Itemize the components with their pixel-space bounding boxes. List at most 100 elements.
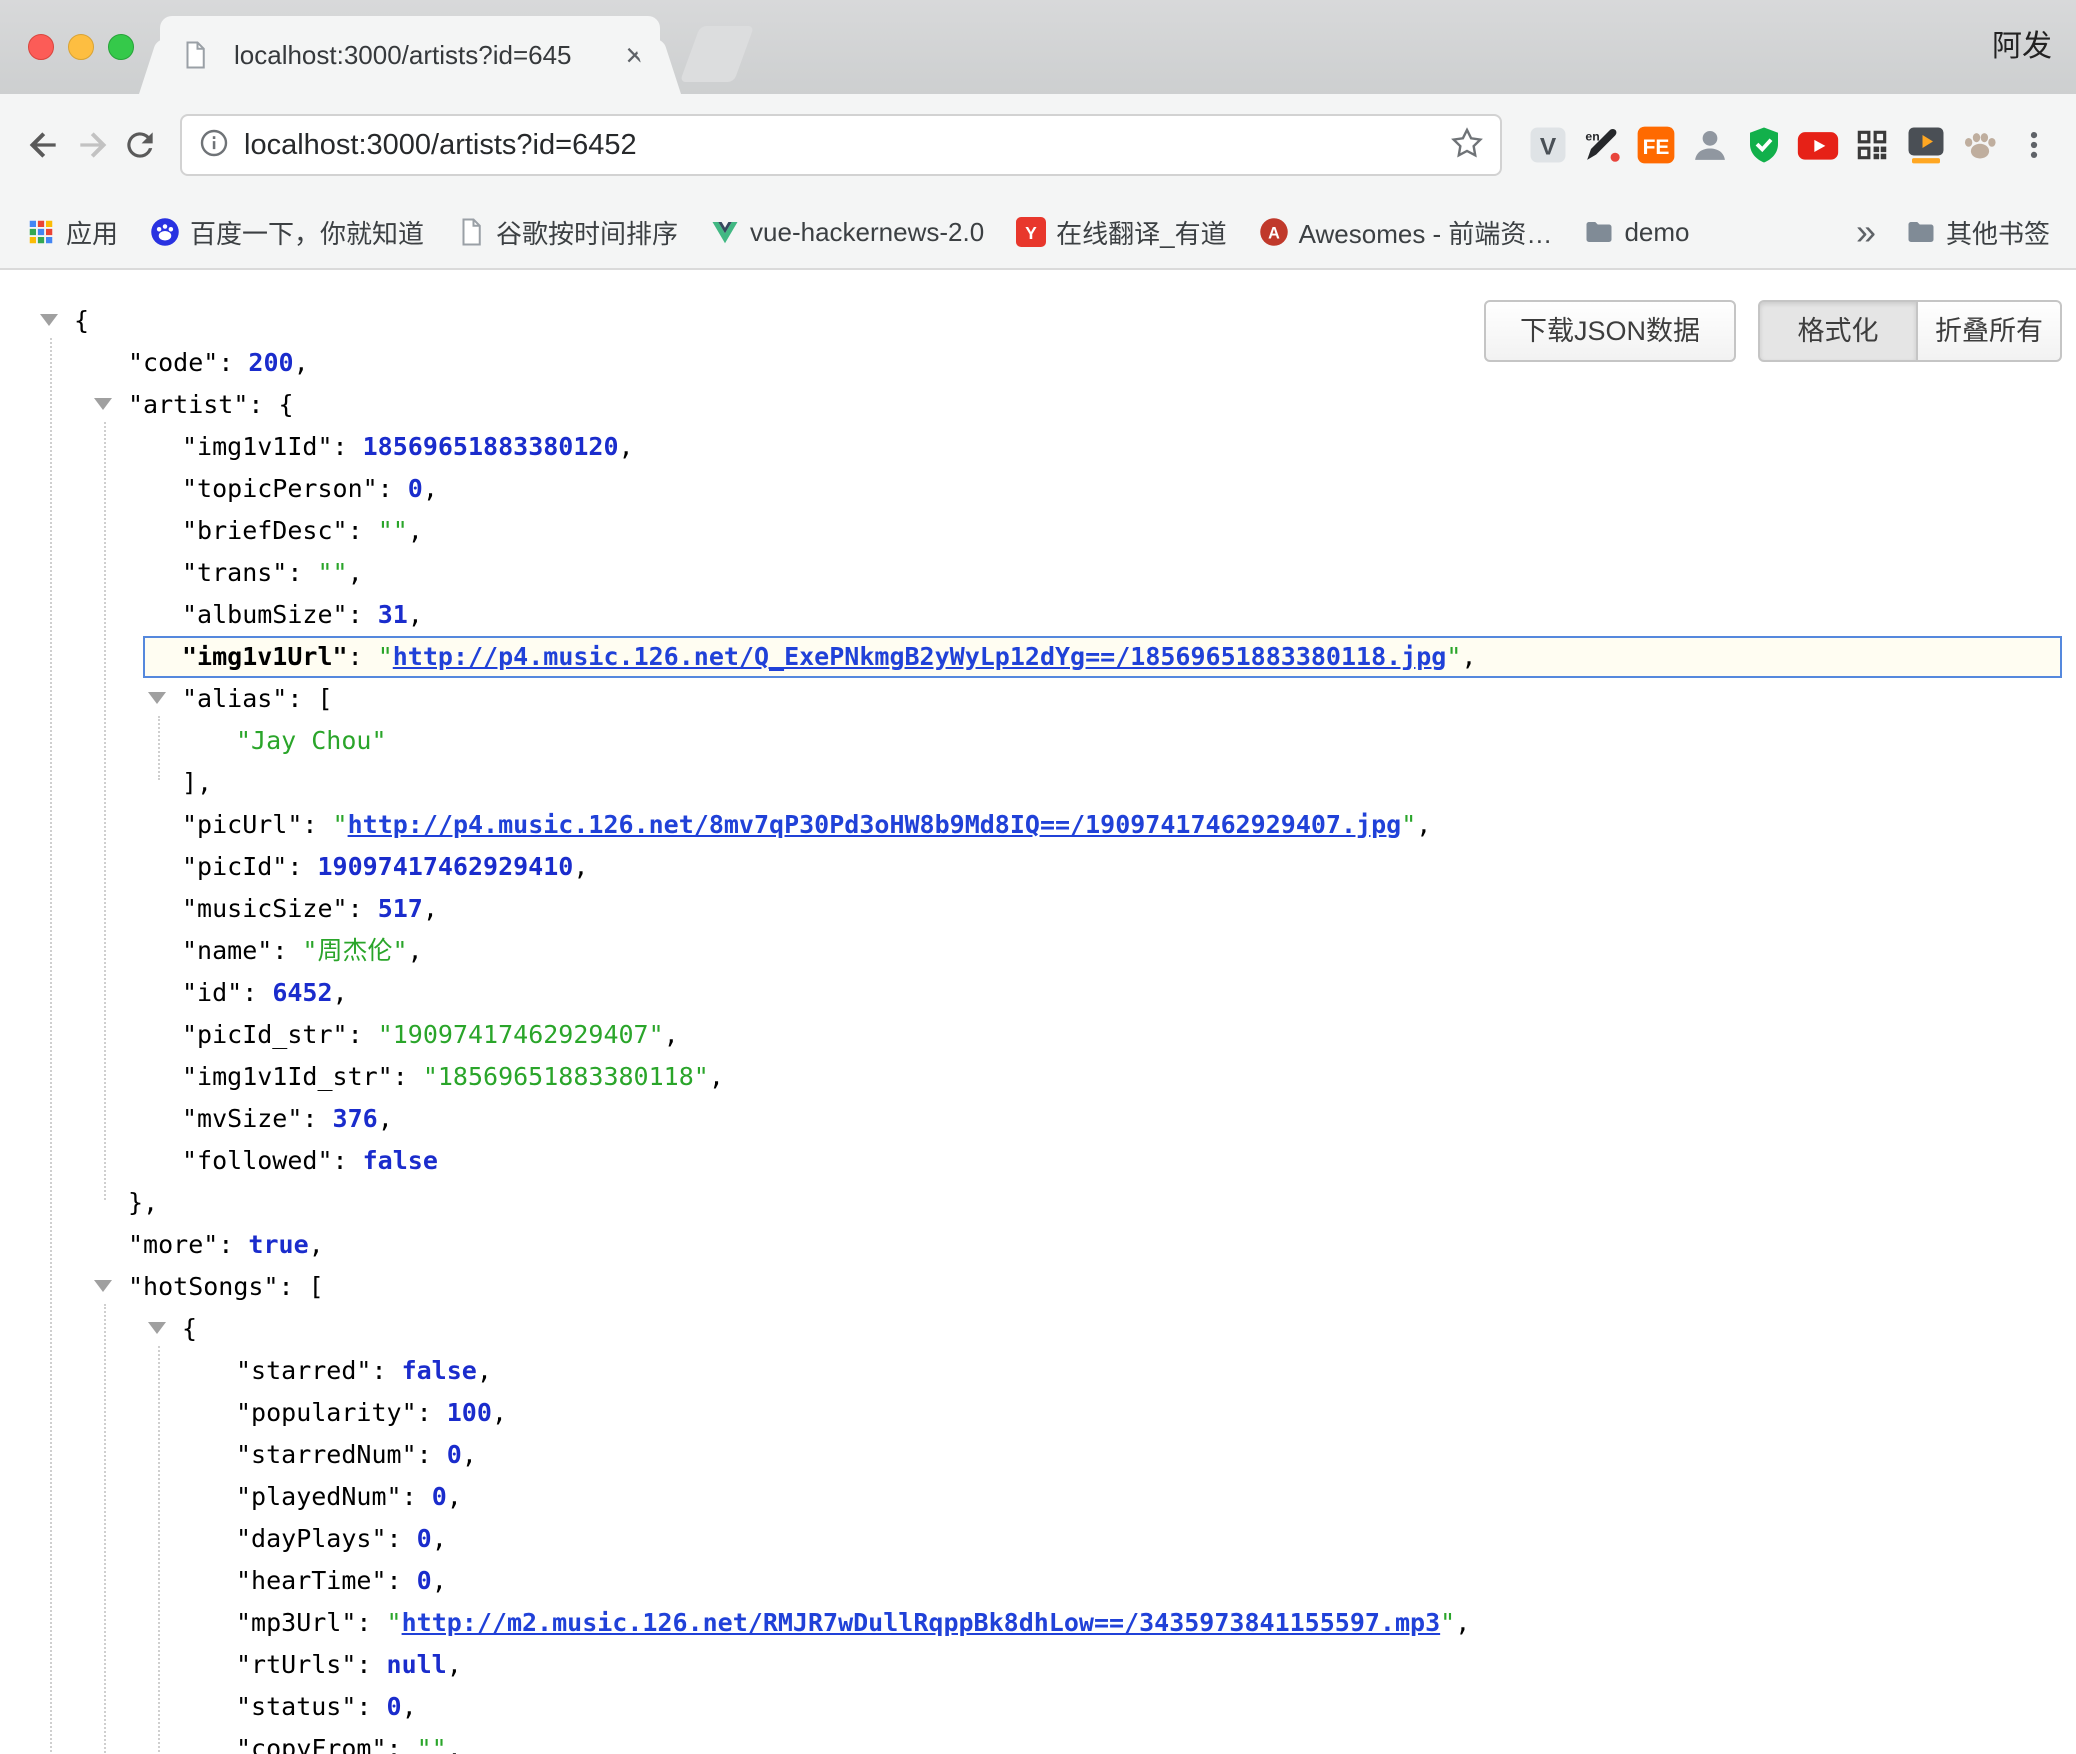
json-token: , [664, 1020, 679, 1049]
back-button[interactable] [20, 121, 68, 169]
green-shield-icon[interactable] [1740, 121, 1788, 169]
json-key: "hotSongs" [128, 1272, 279, 1301]
qr-code-icon[interactable] [1848, 121, 1896, 169]
bookmark-item[interactable]: 百度一下，你就知道 [150, 214, 424, 251]
json-token: : [272, 936, 302, 965]
json-line: "hotSongs": [ [0, 1266, 2076, 1308]
collapse-arrow-icon[interactable] [148, 1322, 166, 1334]
json-line: "popularity": 100, [0, 1392, 2076, 1434]
reload-button[interactable] [116, 121, 164, 169]
tab-strip: localhost:3000/artists?id=645 × 阿发 [0, 0, 2076, 94]
json-token: " [1401, 810, 1416, 839]
json-token: , [492, 1398, 507, 1427]
json-token: 0 [408, 474, 423, 503]
json-key: "code" [128, 348, 218, 377]
youdao-icon: Y [1016, 217, 1046, 247]
bookmark-label: 在线翻译_有道 [1056, 214, 1226, 251]
json-token: , [619, 432, 634, 461]
vimium-v-icon[interactable]: V [1524, 121, 1572, 169]
json-line: "albumSize": 31, [0, 594, 2076, 636]
json-token: : [417, 1398, 447, 1427]
profile-name[interactable]: 阿发 [1992, 0, 2052, 94]
json-token: : [356, 1608, 386, 1637]
download-json-button[interactable]: 下载JSON数据 [1484, 300, 1736, 362]
bookmark-label: vue-hackernews-2.0 [750, 217, 984, 248]
translate-pen-icon[interactable]: en [1578, 121, 1626, 169]
json-token: { [182, 1314, 197, 1343]
json-key: "hearTime" [236, 1566, 387, 1595]
youtube-icon[interactable] [1794, 121, 1842, 169]
player-icon[interactable] [1902, 121, 1950, 169]
url-box[interactable]: localhost:3000/artists?id=6452 [180, 114, 1502, 176]
tab-close-icon[interactable]: × [625, 39, 644, 71]
bookmark-label: 百度一下，你就知道 [190, 214, 424, 251]
collapse-arrow-icon[interactable] [94, 398, 112, 410]
json-line: "artist": { [0, 384, 2076, 426]
json-token: 517 [378, 894, 423, 923]
json-token: : [302, 810, 332, 839]
zoom-window-icon[interactable] [108, 34, 134, 60]
json-line: "musicSize": 517, [0, 888, 2076, 930]
site-info-icon[interactable] [198, 127, 230, 164]
collapse-arrow-icon[interactable] [94, 1280, 112, 1292]
json-token: " [1446, 642, 1461, 671]
person-icon[interactable] [1686, 121, 1734, 169]
json-token: "" [417, 1734, 447, 1754]
format-button[interactable]: 格式化 [1758, 300, 1918, 362]
bookmarks-overflow-icon[interactable]: » [1856, 211, 1876, 253]
json-url-link[interactable]: http://p4.music.126.net/8mv7qP30Pd3oHW8b… [348, 810, 1402, 839]
json-line: "img1v1Id_str": "18569651883380118", [0, 1056, 2076, 1098]
bookmark-item[interactable]: 应用 [26, 214, 118, 251]
address-bar: localhost:3000/artists?id=6452 Ven FE [0, 94, 2076, 196]
baidu-icon [150, 217, 180, 247]
browser-menu-icon[interactable] [2012, 121, 2056, 169]
forward-button[interactable] [68, 121, 116, 169]
json-token: : { [248, 390, 293, 419]
other-bookmarks-button[interactable]: 其他书签 [1906, 214, 2050, 251]
json-token: , [378, 1104, 393, 1133]
viewer-controls: 下载JSON数据 格式化 折叠所有 [1484, 300, 2062, 362]
json-token: , [408, 936, 423, 965]
json-token: : [387, 1524, 417, 1553]
new-tab-button[interactable] [680, 26, 754, 82]
page-icon [456, 217, 486, 247]
minimize-window-icon[interactable] [68, 34, 94, 60]
bookmark-item[interactable]: vue-hackernews-2.0 [710, 217, 984, 248]
json-token: , [462, 1440, 477, 1469]
json-key: "starred" [236, 1356, 371, 1385]
fe-icon[interactable]: FE [1632, 121, 1680, 169]
close-window-icon[interactable] [28, 34, 54, 60]
json-line: }, [0, 1182, 2076, 1224]
json-token: , [432, 1524, 447, 1553]
json-token: : [371, 1356, 401, 1385]
json-key: "artist" [128, 390, 248, 419]
collapse-arrow-icon[interactable] [148, 692, 166, 704]
bookmark-item[interactable]: Y 在线翻译_有道 [1016, 214, 1226, 251]
json-url-link[interactable]: http://p4.music.126.net/Q_ExePNkmgB2yWyL… [393, 642, 1447, 671]
json-token: 0 [417, 1566, 432, 1595]
json-token: " [378, 642, 393, 671]
json-token: , [447, 1482, 462, 1511]
browser-tab[interactable]: localhost:3000/artists?id=645 × [160, 16, 660, 94]
json-token: , [477, 1356, 492, 1385]
json-line: "copyFrom": "", [0, 1728, 2076, 1754]
extensions-row: Ven FE [1518, 121, 2004, 169]
json-token: , [348, 558, 363, 587]
collapse-all-button[interactable]: 折叠所有 [1918, 300, 2062, 362]
bookmark-item[interactable]: AAwesomes - 前端资… [1259, 214, 1553, 251]
json-token: , [294, 348, 309, 377]
json-url-link[interactable]: http://m2.music.126.net/RMJR7wDullRqppBk… [402, 1608, 1441, 1637]
collapse-arrow-icon[interactable] [40, 314, 58, 326]
json-token: : [348, 1020, 378, 1049]
paw-icon[interactable] [1956, 121, 2004, 169]
bookmark-item[interactable]: demo [1584, 217, 1689, 248]
svg-text:FE: FE [1643, 136, 1670, 159]
json-token: "19097417462929407" [378, 1020, 664, 1049]
bookmark-item[interactable]: 谷歌按时间排序 [456, 214, 678, 251]
json-line: "starredNum": 0, [0, 1434, 2076, 1476]
json-token: "18569651883380118" [423, 1062, 709, 1091]
json-key: "mp3Url" [236, 1608, 356, 1637]
json-key: "mvSize" [182, 1104, 302, 1133]
bookmark-star-icon[interactable] [1450, 126, 1484, 165]
url-text[interactable]: localhost:3000/artists?id=6452 [244, 129, 1450, 162]
